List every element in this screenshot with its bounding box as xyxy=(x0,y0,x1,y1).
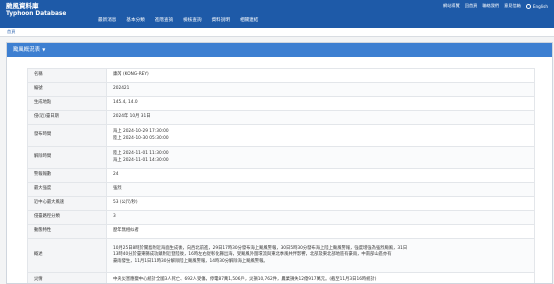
nav-item-related-links[interactable]: 相關連結 xyxy=(240,17,258,23)
field-label: 侵(近)臺日期 xyxy=(28,111,107,125)
info-row-damage: 災情中央災害應變中心統計全國3人死亡、692人受傷，停電87萬1,506戶，災損… xyxy=(28,273,535,284)
field-label: 侵臺路徑分類 xyxy=(28,211,107,225)
site-title-en: Typhoon Database xyxy=(6,12,66,18)
site-title-cn: 颱風資料庫 xyxy=(6,3,66,10)
main-nav: 最新消息 基本分類 進階查詢 檢核查詢 資料說明 相關連結 xyxy=(98,17,268,23)
field-value-line: 豪雨發生，11月1日11時30分解除陸上颱風警報，14時30分解除海上颱風警報。 xyxy=(113,259,528,265)
field-value-line: 145.4, 14.0 xyxy=(113,100,528,106)
info-row-issue-time: 發布時間海上 2024-10-29 17:30:00陸上 2024-10-30 … xyxy=(28,125,535,147)
english-link[interactable]: English xyxy=(533,4,548,9)
field-value-line: 3 xyxy=(113,214,528,220)
info-row-max-intensity: 最大強度強烈 xyxy=(28,183,535,197)
field-label: 災情 xyxy=(28,273,107,284)
globe-icon xyxy=(526,4,531,9)
field-value: 強烈 xyxy=(107,183,535,197)
info-row-landfall-date: 侵(近)臺日期 2024年 10月 31日 xyxy=(28,111,535,125)
info-row-release-time: 解除時間陸上 2024-11-01 11:30:00海上 2024-11-01 … xyxy=(28,147,535,169)
info-row-origin: 生成地點 145.4, 14.0 xyxy=(28,97,535,111)
field-value: 10月25日8時於關島附近海面生成後，向西北前進，29日17時30分發布海上颱風… xyxy=(107,239,535,273)
feedback-link[interactable]: 意見信箱 xyxy=(504,3,521,9)
info-row-dynamic-feature: 動態特性歷年無相似者 xyxy=(28,225,535,239)
field-label: 最大強度 xyxy=(28,183,107,197)
field-label: 名稱 xyxy=(28,69,107,83)
caret-down-icon: ▼ xyxy=(41,47,45,52)
utility-links: 網站導覽 回首頁 聯絡我們 意見信箱 English xyxy=(438,3,548,9)
info-row-max-wind-speed: 近中心最大風速 53 (公尺/秒) xyxy=(28,197,535,211)
info-row-number: 編號 202421 xyxy=(28,83,535,97)
field-value: 2024年 10月 31日 xyxy=(107,111,535,125)
nav-item-data-description[interactable]: 資料說明 xyxy=(212,17,230,23)
field-label: 概述 xyxy=(28,239,107,273)
info-row-track-category: 侵臺路徑分類 3 xyxy=(28,211,535,225)
sitemap-link[interactable]: 網站導覽 xyxy=(443,3,460,9)
breadcrumb-home[interactable]: 首頁 xyxy=(7,29,15,34)
field-value: 中央災害應變中心統計全國3人死亡、692人受傷，停電87萬1,506戶，災損10… xyxy=(107,273,535,284)
field-value-line: 陸上 2024-10-30 05:30:00 xyxy=(113,136,528,142)
field-label: 生成地點 xyxy=(28,97,107,111)
typhoon-overview-panel: 颱風概況表 ▼ 名稱康芮 (KONG-REY)編號202421生成地點145.4… xyxy=(6,42,553,284)
nav-item-news[interactable]: 最新消息 xyxy=(98,17,116,23)
field-value: 24 xyxy=(107,169,535,183)
top-header: 颱風資料庫 Typhoon Database 最新消息 基本分類 進階查詢 檢核… xyxy=(0,0,554,28)
field-label: 近中心最大風速 xyxy=(28,197,107,211)
home-link[interactable]: 回首頁 xyxy=(465,3,478,9)
typhoon-info-table: 名稱康芮 (KONG-REY)編號202421生成地點145.4, 14.0侵(… xyxy=(27,68,535,284)
field-value-line: 53 (公尺/秒) xyxy=(113,200,528,206)
field-value-line: 強烈 xyxy=(113,186,528,192)
field-label: 解除時間 xyxy=(28,147,107,169)
field-value: 海上 2024-10-29 17:30:00陸上 2024-10-30 05:3… xyxy=(107,125,535,147)
field-value-line: 海上 2024-11-01 14:30:00 xyxy=(113,158,528,164)
field-value-line: 24 xyxy=(113,172,528,178)
field-value: 145.4, 14.0 xyxy=(107,97,535,111)
field-value: 53 (公尺/秒) xyxy=(107,197,535,211)
panel-header[interactable]: 颱風概況表 ▼ xyxy=(7,43,552,57)
contact-link[interactable]: 聯絡我們 xyxy=(482,3,499,9)
field-value-line: 歷年無相似者 xyxy=(113,228,528,234)
nav-item-check-search[interactable]: 檢核查詢 xyxy=(183,17,201,23)
field-value: 陸上 2024-11-01 11:30:00海上 2024-11-01 14:3… xyxy=(107,147,535,169)
breadcrumb: 首頁 xyxy=(0,28,554,37)
site-logo[interactable]: 颱風資料庫 Typhoon Database xyxy=(6,3,66,17)
panel-title: 颱風概況表 xyxy=(13,47,40,53)
field-value: 202421 xyxy=(107,83,535,97)
field-label: 動態特性 xyxy=(28,225,107,239)
info-row-warning-count: 警報報數 24 xyxy=(28,169,535,183)
nav-item-basic-category[interactable]: 基本分類 xyxy=(126,17,144,23)
field-label: 發布時間 xyxy=(28,125,107,147)
field-value: 歷年無相似者 xyxy=(107,225,535,239)
info-row-name: 名稱康芮 (KONG-REY) xyxy=(28,69,535,83)
field-value-line: 康芮 (KONG-REY) xyxy=(113,72,528,78)
field-value: 3 xyxy=(107,211,535,225)
field-value-line: 202421 xyxy=(113,86,528,92)
info-row-summary: 概述10月25日8時於關島附近海面生成後，向西北前進，29日17時30分發布海上… xyxy=(28,239,535,273)
field-value-line: 2024年 10月 31日 xyxy=(113,114,528,120)
field-value: 康芮 (KONG-REY) xyxy=(107,69,535,83)
nav-item-advanced-search[interactable]: 進階查詢 xyxy=(155,17,173,23)
field-label: 編號 xyxy=(28,83,107,97)
field-label: 警報報數 xyxy=(28,169,107,183)
